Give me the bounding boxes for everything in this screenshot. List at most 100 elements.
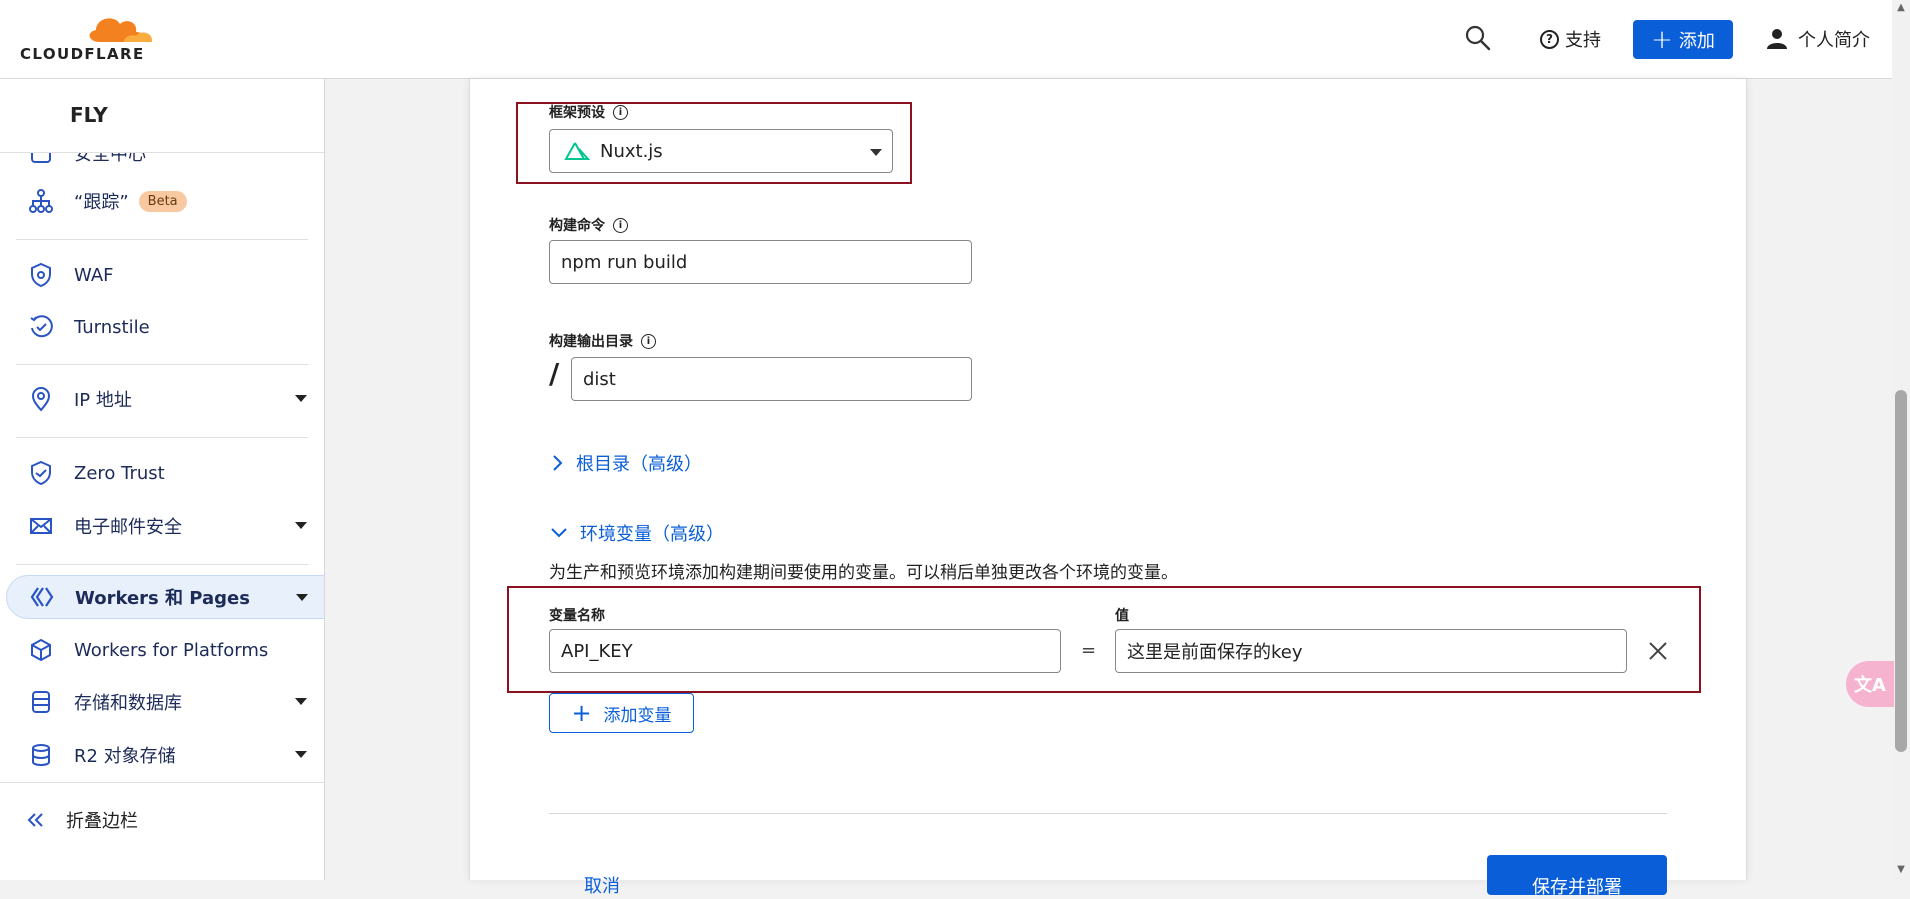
- plus-icon: +: [1651, 24, 1673, 55]
- logo-text: CLOUDFLARE: [20, 45, 145, 63]
- sidebar-item-label: IP 地址: [74, 390, 132, 411]
- chevron-down-icon: [551, 528, 567, 538]
- var-value-input[interactable]: 这里是前面保存的key: [1115, 629, 1627, 673]
- output-dir-prefix: /: [549, 357, 560, 390]
- var-value-value: 这里是前面保存的key: [1127, 642, 1303, 663]
- chevron-down-icon: [296, 594, 308, 601]
- sidebar-divider: [16, 437, 308, 438]
- cancel-button[interactable]: 取消: [584, 872, 620, 898]
- email-icon: [30, 518, 52, 534]
- scrollbar-thumb[interactable]: [1895, 390, 1907, 752]
- profile-button[interactable]: 个人简介: [1766, 24, 1870, 54]
- sidebar-item-label: Turnstile: [74, 316, 150, 338]
- chevron-down-icon: [295, 522, 307, 529]
- sidebar: FLY 安全中心 “跟踪” Beta WAF Turnstile IP 地址 Z…: [0, 79, 325, 880]
- output-dir-input[interactable]: dist: [571, 357, 972, 401]
- build-command-label-text: 构建命令: [549, 218, 605, 234]
- var-name-label: 变量名称: [549, 608, 605, 624]
- sidebar-item-label: 存储和数据库: [74, 693, 182, 714]
- root-dir-toggle[interactable]: 根目录（高级）: [550, 450, 702, 476]
- sidebar-item-trace[interactable]: “跟踪” Beta: [0, 179, 324, 223]
- build-command-label: 构建命令 i: [549, 215, 628, 235]
- build-command-value: npm run build: [561, 251, 688, 273]
- sidebar-item-label: 电子邮件安全: [74, 517, 182, 538]
- location-pin-icon: [31, 387, 51, 412]
- sidebar-item-email-security[interactable]: 电子邮件安全: [0, 504, 324, 548]
- sidebar-item-label: Zero Trust: [74, 462, 165, 484]
- build-command-input[interactable]: npm run build: [549, 240, 972, 284]
- beta-badge: Beta: [138, 190, 187, 212]
- sidebar-divider: [16, 239, 308, 240]
- sidebar-item-zero-trust[interactable]: Zero Trust: [0, 451, 324, 495]
- sidebar-item-r2-storage[interactable]: R2 对象存储: [0, 733, 324, 777]
- form-divider: [549, 813, 1667, 814]
- add-label: 添加: [1678, 30, 1715, 52]
- sidebar-item-storage-databases[interactable]: 存储和数据库: [0, 680, 324, 724]
- account-switcher[interactable]: FLY: [0, 79, 324, 153]
- output-dir-label-text: 构建输出目录: [549, 334, 633, 350]
- zero-trust-icon: [31, 460, 51, 486]
- help-icon: ?: [1540, 29, 1559, 49]
- sidebar-item-label: Workers for Platforms: [74, 639, 269, 661]
- storage-icon: [32, 691, 50, 713]
- framework-label-text: 框架预设: [549, 105, 605, 121]
- var-name-input[interactable]: API_KEY: [549, 629, 1061, 673]
- framework-select[interactable]: Nuxt.js: [549, 129, 893, 173]
- sidebar-item-ip-address[interactable]: IP 地址: [0, 377, 324, 421]
- trace-icon: [29, 189, 53, 213]
- scroll-down-arrow-icon[interactable]: ▼: [1895, 864, 1907, 876]
- env-vars-description: 为生产和预览环境添加构建期间要使用的变量。可以稍后单独更改各个环境的变量。: [549, 563, 1178, 583]
- sidebar-item-waf[interactable]: WAF: [0, 253, 324, 297]
- info-icon[interactable]: i: [641, 333, 656, 349]
- nuxt-logo-icon: [564, 142, 590, 160]
- dropdown-caret-icon: [870, 149, 882, 156]
- add-variable-label: 添加变量: [603, 705, 672, 726]
- scroll-up-arrow-icon[interactable]: ▲: [1895, 2, 1907, 14]
- chevron-down-icon: [295, 698, 307, 705]
- framework-label: 框架预设 i: [549, 102, 628, 122]
- info-icon[interactable]: i: [613, 104, 628, 120]
- sidebar-item-label: “跟踪”: [74, 192, 129, 213]
- double-chevron-left-icon: [27, 813, 43, 827]
- cube-icon: [31, 638, 51, 662]
- var-value-label: 值: [1115, 608, 1129, 624]
- save-and-deploy-label: 保存并部署: [1532, 877, 1622, 898]
- account-name: FLY: [70, 103, 108, 127]
- cloud-logo-icon: [89, 18, 152, 42]
- env-vars-toggle-label: 环境变量（高级）: [580, 524, 724, 545]
- support-label: 支持: [1565, 30, 1601, 51]
- remove-var-icon[interactable]: [1647, 640, 1669, 662]
- workers-icon: [30, 587, 54, 607]
- sidebar-item-workers-pages[interactable]: Workers 和 Pages: [6, 575, 324, 619]
- sidebar-item-turnstile[interactable]: Turnstile: [0, 305, 324, 349]
- turnstile-icon: [30, 315, 53, 338]
- info-icon[interactable]: i: [613, 217, 628, 233]
- database-icon: [32, 744, 50, 766]
- sidebar-item-label: R2 对象存储: [74, 746, 176, 767]
- chevron-right-icon: [553, 455, 563, 471]
- add-button[interactable]: + 添加: [1633, 20, 1733, 59]
- collapse-sidebar-button[interactable]: 折叠边栏: [26, 807, 138, 833]
- sidebar-divider: [16, 564, 308, 565]
- framework-value: Nuxt.js: [600, 140, 663, 162]
- cloudflare-logo[interactable]: CLOUDFLARE: [20, 12, 155, 63]
- sidebar-divider: [16, 364, 308, 365]
- root-dir-toggle-label: 根目录（高级）: [576, 454, 702, 475]
- add-variable-button[interactable]: + 添加变量: [549, 693, 694, 733]
- profile-label: 个人简介: [1798, 30, 1870, 51]
- sidebar-item-workers-for-platforms[interactable]: Workers for Platforms: [0, 628, 324, 672]
- sidebar-item-label: Workers 和 Pages: [75, 588, 250, 609]
- translate-icon[interactable]: 文A: [1846, 661, 1894, 707]
- chevron-down-icon: [295, 751, 307, 758]
- waf-shield-icon: [31, 262, 51, 288]
- form-card: [469, 79, 1747, 880]
- collapse-sidebar-area: 折叠边栏: [0, 782, 324, 880]
- save-and-deploy-button[interactable]: 保存并部署: [1487, 855, 1667, 898]
- var-name-value: API_KEY: [561, 640, 633, 662]
- output-dir-label: 构建输出目录 i: [549, 331, 656, 351]
- plus-icon: +: [571, 699, 592, 727]
- equals-sign: =: [1081, 640, 1097, 661]
- search-icon[interactable]: [1464, 24, 1494, 54]
- env-vars-toggle[interactable]: 环境变量（高级）: [550, 520, 724, 546]
- support-button[interactable]: ? 支持: [1540, 26, 1601, 52]
